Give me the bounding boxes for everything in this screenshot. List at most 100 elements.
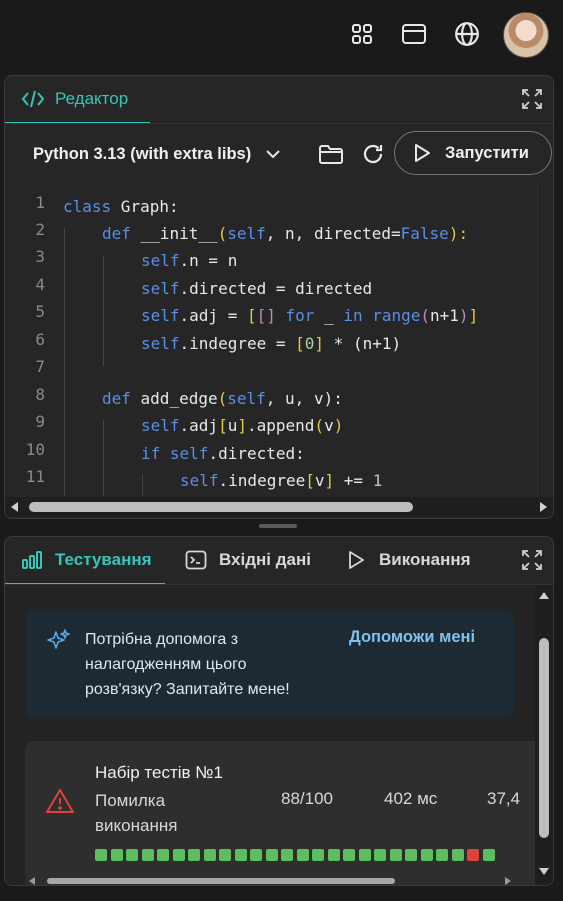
code-line: self.directed = directed [141, 279, 373, 298]
test-result-square[interactable] [110, 849, 123, 861]
help-button[interactable]: Допоможи мені [349, 628, 475, 647]
test-result-square[interactable] [467, 849, 479, 861]
editor-panel: Редактор Python 3.13 (with extra libs) З… [4, 75, 554, 519]
test-result-square[interactable] [95, 849, 107, 861]
test-result-square[interactable] [374, 849, 386, 861]
test-result-square[interactable] [343, 849, 355, 861]
test-result-square[interactable] [405, 849, 417, 861]
terminal-icon [185, 550, 207, 570]
test-set-memory: 37,4 [487, 789, 521, 808]
language-select[interactable]: Python 3.13 (with extra libs) [33, 136, 281, 172]
tab-testing-label: Тестування [55, 550, 152, 569]
code-line: def __init__(self, n, directed=False): [102, 224, 469, 243]
scrollbar-thumb[interactable] [539, 638, 549, 838]
editor-tab-label: Редактор [55, 89, 129, 108]
test-result-square[interactable] [389, 849, 402, 861]
run-label: Запустити [445, 143, 529, 162]
test-result-square[interactable] [358, 849, 371, 861]
test-result-square[interactable] [188, 849, 200, 861]
line-number: 11 [25, 467, 45, 486]
scroll-up-icon[interactable] [539, 592, 549, 599]
test-result-square[interactable] [234, 849, 247, 861]
line-number: 6 [35, 330, 45, 349]
code-line: self.adj = [[] for _ in range(n+1)] [141, 306, 479, 325]
grid-icon[interactable] [348, 20, 376, 48]
code-line: self.n = n [141, 251, 238, 270]
line-number: 3 [35, 247, 45, 266]
test-result-square[interactable] [203, 849, 216, 861]
resize-handle[interactable] [259, 524, 297, 528]
test-result-square[interactable] [420, 849, 433, 861]
test-result-square[interactable] [157, 849, 169, 861]
test-set-card[interactable]: Набір тестів №1 Помилка виконання 88/100… [25, 741, 535, 885]
scroll-down-icon[interactable] [539, 868, 549, 875]
results-vertical-scrollbar[interactable] [535, 585, 553, 885]
scroll-right-icon[interactable] [540, 502, 547, 512]
line-number: 8 [35, 385, 45, 404]
test-result-square[interactable] [482, 849, 495, 861]
test-result-square[interactable] [296, 849, 309, 861]
window-icon[interactable] [400, 20, 428, 48]
help-card: Потрібна допомога з налагодженням цього … [25, 610, 515, 718]
sparkle-icon [45, 628, 71, 654]
tab-input-data[interactable]: Вхідні дані [185, 537, 311, 583]
expand-icon[interactable] [519, 547, 545, 573]
warning-icon [45, 787, 75, 815]
avatar[interactable] [503, 12, 549, 58]
scrollbar-thumb[interactable] [29, 502, 413, 512]
tab-input-data-label: Вхідні дані [219, 550, 311, 569]
test-result-square[interactable] [250, 849, 262, 861]
line-number: 7 [35, 357, 45, 376]
test-set-time: 402 мс [384, 789, 438, 808]
test-result-square[interactable] [436, 849, 448, 861]
results-panel: Тестування Вхідні дані Виконання Потрібн… [4, 536, 554, 886]
code-icon [21, 89, 45, 109]
scroll-left-icon[interactable] [29, 877, 35, 885]
folder-icon[interactable] [317, 140, 345, 168]
test-result-square[interactable] [141, 849, 154, 861]
code-line: def add_edge(self, u, v): [102, 389, 343, 408]
test-result-square[interactable] [312, 849, 324, 861]
line-number: 9 [35, 412, 45, 431]
run-button[interactable]: Запустити [394, 131, 552, 175]
refresh-icon[interactable] [359, 140, 387, 168]
code-line: self.indegree = [0] * (n+1) [141, 334, 402, 353]
globe-icon[interactable] [453, 20, 481, 48]
line-number: 2 [35, 220, 45, 239]
test-set-score: 88/100 [281, 789, 333, 808]
code-line: self.indegree[v] += 1 [180, 471, 383, 490]
results-content: Потрібна допомога з налагодженням цього … [5, 585, 535, 885]
test-result-square[interactable] [172, 849, 185, 861]
line-number: 5 [35, 302, 45, 321]
code-line: if self.directed: [141, 444, 305, 463]
bar-chart-icon [21, 550, 43, 570]
line-number: 4 [35, 275, 45, 294]
scrollbar-thumb[interactable] [47, 878, 395, 884]
editor-horizontal-scrollbar[interactable] [5, 497, 553, 517]
scroll-right-icon[interactable] [505, 877, 511, 885]
tab-execution-label: Виконання [379, 550, 471, 569]
results-horizontal-scrollbar[interactable] [25, 875, 515, 885]
code-line: class Graph: [63, 197, 179, 216]
line-number: 10 [25, 440, 45, 459]
status-line-2: виконання [95, 816, 178, 835]
test-result-square[interactable] [281, 849, 293, 861]
play-icon [347, 550, 365, 570]
line-number: 1 [35, 193, 45, 212]
editor-tab[interactable]: Редактор [5, 76, 150, 124]
code-area[interactable]: 1 class Graph: 2 def __init__(self, n, d… [5, 184, 537, 496]
scroll-left-icon[interactable] [11, 502, 18, 512]
test-result-square[interactable] [451, 849, 464, 861]
test-set-status: Помилка виконання [95, 788, 177, 838]
test-result-square[interactable] [265, 849, 278, 861]
test-result-square[interactable] [219, 849, 231, 861]
tab-testing[interactable]: Тестування [5, 537, 165, 585]
tab-execution[interactable]: Виконання [347, 537, 471, 583]
test-result-square[interactable] [327, 849, 340, 861]
test-result-square[interactable] [126, 849, 138, 861]
expand-icon[interactable] [519, 86, 545, 112]
language-label: Python 3.13 (with extra libs) [33, 144, 252, 163]
help-text: Потрібна допомога з налагодженням цього … [85, 631, 290, 698]
status-line-1: Помилка [95, 791, 166, 810]
test-results-strip [95, 849, 498, 861]
